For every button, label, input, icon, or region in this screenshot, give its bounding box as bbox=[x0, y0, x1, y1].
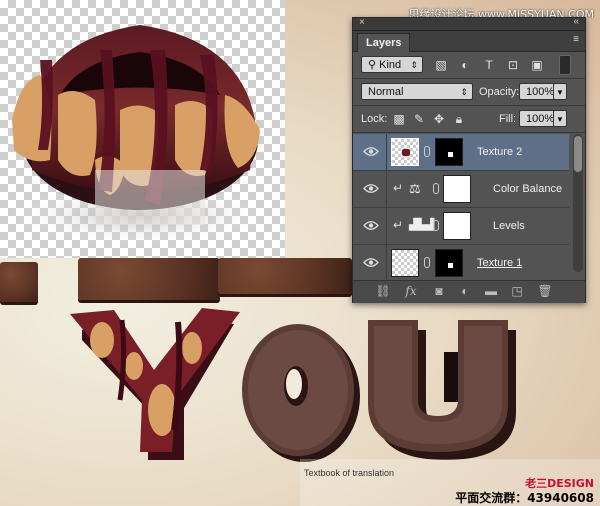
scrollbar-thumb[interactable] bbox=[574, 136, 582, 172]
brownie-letter-fragment bbox=[218, 258, 352, 294]
mask-thumbnail[interactable] bbox=[435, 138, 463, 166]
visibility-toggle[interactable] bbox=[353, 171, 387, 207]
bundt-cake-image bbox=[10, 25, 270, 245]
chocolate-letter-o bbox=[242, 324, 360, 462]
layer-row-color-balance[interactable]: ↵ ⚖ Color Balance bbox=[353, 171, 569, 208]
link-icon[interactable] bbox=[424, 257, 430, 268]
lock-position-icon[interactable]: ✥ bbox=[431, 111, 447, 127]
fx-icon[interactable]: fx bbox=[403, 284, 419, 298]
link-icon[interactable] bbox=[433, 183, 439, 194]
color-balance-icon[interactable]: ⚖ bbox=[409, 181, 421, 197]
qq-group-text: 平面交流群：43940608 bbox=[455, 491, 594, 505]
panel-menu-icon[interactable]: ≡ bbox=[573, 34, 579, 45]
visibility-toggle[interactable] bbox=[353, 134, 387, 170]
layer-row-levels[interactable]: ↵ ▟▙▟ Levels bbox=[353, 208, 569, 245]
chevron-down-icon: ⇕ bbox=[410, 60, 418, 70]
layer-thumbnail[interactable] bbox=[391, 249, 419, 277]
levels-icon[interactable]: ▟▙▟ bbox=[409, 218, 434, 231]
panel-titlebar: × « bbox=[353, 16, 585, 31]
opacity-value: 100% bbox=[526, 86, 555, 98]
eye-icon bbox=[363, 184, 379, 193]
clipping-arrow-icon: ↵ bbox=[393, 218, 404, 232]
eye-icon bbox=[363, 221, 379, 230]
blend-row: Normal ⇕ Opacity: 100% ▼ bbox=[353, 79, 585, 105]
layer-row-texture-2[interactable]: Texture 2 bbox=[353, 134, 569, 171]
visibility-toggle[interactable] bbox=[353, 245, 387, 281]
panel-footer: ⛓ fx ◙ ◐ ▬ ◳ 🗑︎ bbox=[353, 280, 585, 303]
folder-icon[interactable]: ▬ bbox=[483, 284, 499, 298]
collapse-icon[interactable]: « bbox=[573, 16, 579, 27]
eye-icon bbox=[363, 258, 379, 267]
blend-mode-value: Normal bbox=[368, 86, 404, 98]
link-icon[interactable]: ⛓ bbox=[375, 284, 391, 298]
mask-thumbnail[interactable] bbox=[443, 212, 471, 240]
caption: Textbook of translation bbox=[304, 468, 395, 478]
visibility-toggle[interactable] bbox=[353, 208, 387, 244]
cake-letter-y bbox=[70, 308, 240, 460]
chevron-down-icon: ▼ bbox=[556, 88, 564, 97]
brownie-letter-fragment bbox=[78, 258, 220, 300]
layers-panel: × « Layers ≡ ⚲ Kind ⇕ ▧ ◐ T ⊡ ▣ Normal ⇕… bbox=[352, 16, 586, 303]
type-filter-icon[interactable]: T bbox=[481, 57, 497, 73]
chevron-down-icon: ▼ bbox=[556, 115, 564, 124]
filter-kind-select[interactable]: ⚲ Kind ⇕ bbox=[361, 56, 423, 73]
layer-name[interactable]: Levels bbox=[493, 220, 525, 232]
opacity-dropdown[interactable]: ▼ bbox=[553, 83, 567, 100]
adjustment-filter-icon[interactable]: ◐ bbox=[457, 57, 473, 73]
smart-object-filter-icon[interactable]: ▣ bbox=[529, 57, 545, 73]
close-icon[interactable]: × bbox=[359, 17, 365, 28]
lock-transparent-icon[interactable]: ▩ bbox=[391, 111, 407, 127]
filter-toggle[interactable] bbox=[559, 55, 571, 75]
layers-scrollbar[interactable] bbox=[573, 134, 583, 272]
chevron-down-icon: ⇕ bbox=[460, 87, 468, 97]
opacity-label: Opacity: bbox=[479, 86, 520, 98]
blend-mode-select[interactable]: Normal ⇕ bbox=[361, 83, 473, 100]
new-layer-icon[interactable]: ◳ bbox=[509, 284, 525, 298]
lock-all-icon[interactable]: 🔒︎ bbox=[451, 111, 467, 127]
fill-value: 100% bbox=[526, 113, 555, 125]
tab-layers[interactable]: Layers bbox=[357, 33, 411, 52]
search-icon: ⚲ bbox=[368, 59, 380, 71]
layer-row-texture-1[interactable]: Texture 1 bbox=[353, 245, 569, 282]
chocolate-letter-u bbox=[368, 320, 516, 460]
eye-icon bbox=[363, 147, 379, 156]
mask-icon[interactable]: ◙ bbox=[431, 284, 447, 298]
lock-image-icon[interactable]: ✎ bbox=[411, 111, 427, 127]
layer-name[interactable]: Color Balance bbox=[493, 183, 562, 195]
link-icon[interactable] bbox=[433, 220, 439, 231]
lock-label: Lock: bbox=[361, 113, 388, 125]
mask-thumbnail[interactable] bbox=[443, 175, 471, 203]
mask-thumbnail[interactable] bbox=[435, 249, 463, 277]
layer-name[interactable]: Texture 1 bbox=[477, 257, 522, 269]
filter-row: ⚲ Kind ⇕ ▧ ◐ T ⊡ ▣ bbox=[353, 52, 585, 78]
divider bbox=[353, 132, 585, 133]
layer-name[interactable]: Texture 2 bbox=[477, 146, 522, 158]
pixel-filter-icon[interactable]: ▧ bbox=[433, 57, 449, 73]
layer-thumbnail[interactable] bbox=[391, 138, 419, 166]
fill-dropdown[interactable]: ▼ bbox=[553, 110, 567, 127]
filter-kind-label: Kind bbox=[379, 59, 402, 71]
link-icon[interactable] bbox=[424, 146, 430, 157]
shape-filter-icon[interactable]: ⊡ bbox=[505, 57, 521, 73]
panel-tabbar: Layers ≡ bbox=[353, 31, 585, 52]
trash-icon[interactable]: 🗑︎ bbox=[537, 284, 553, 298]
fill-label: Fill: bbox=[499, 113, 517, 125]
adjustment-icon[interactable]: ◐ bbox=[457, 284, 473, 298]
lock-row: Lock: ▩ ✎ ✥ 🔒︎ Fill: 100% ▼ bbox=[353, 106, 585, 132]
brownie-letter-fragment bbox=[0, 262, 38, 302]
clipping-arrow-icon: ↵ bbox=[393, 181, 404, 195]
